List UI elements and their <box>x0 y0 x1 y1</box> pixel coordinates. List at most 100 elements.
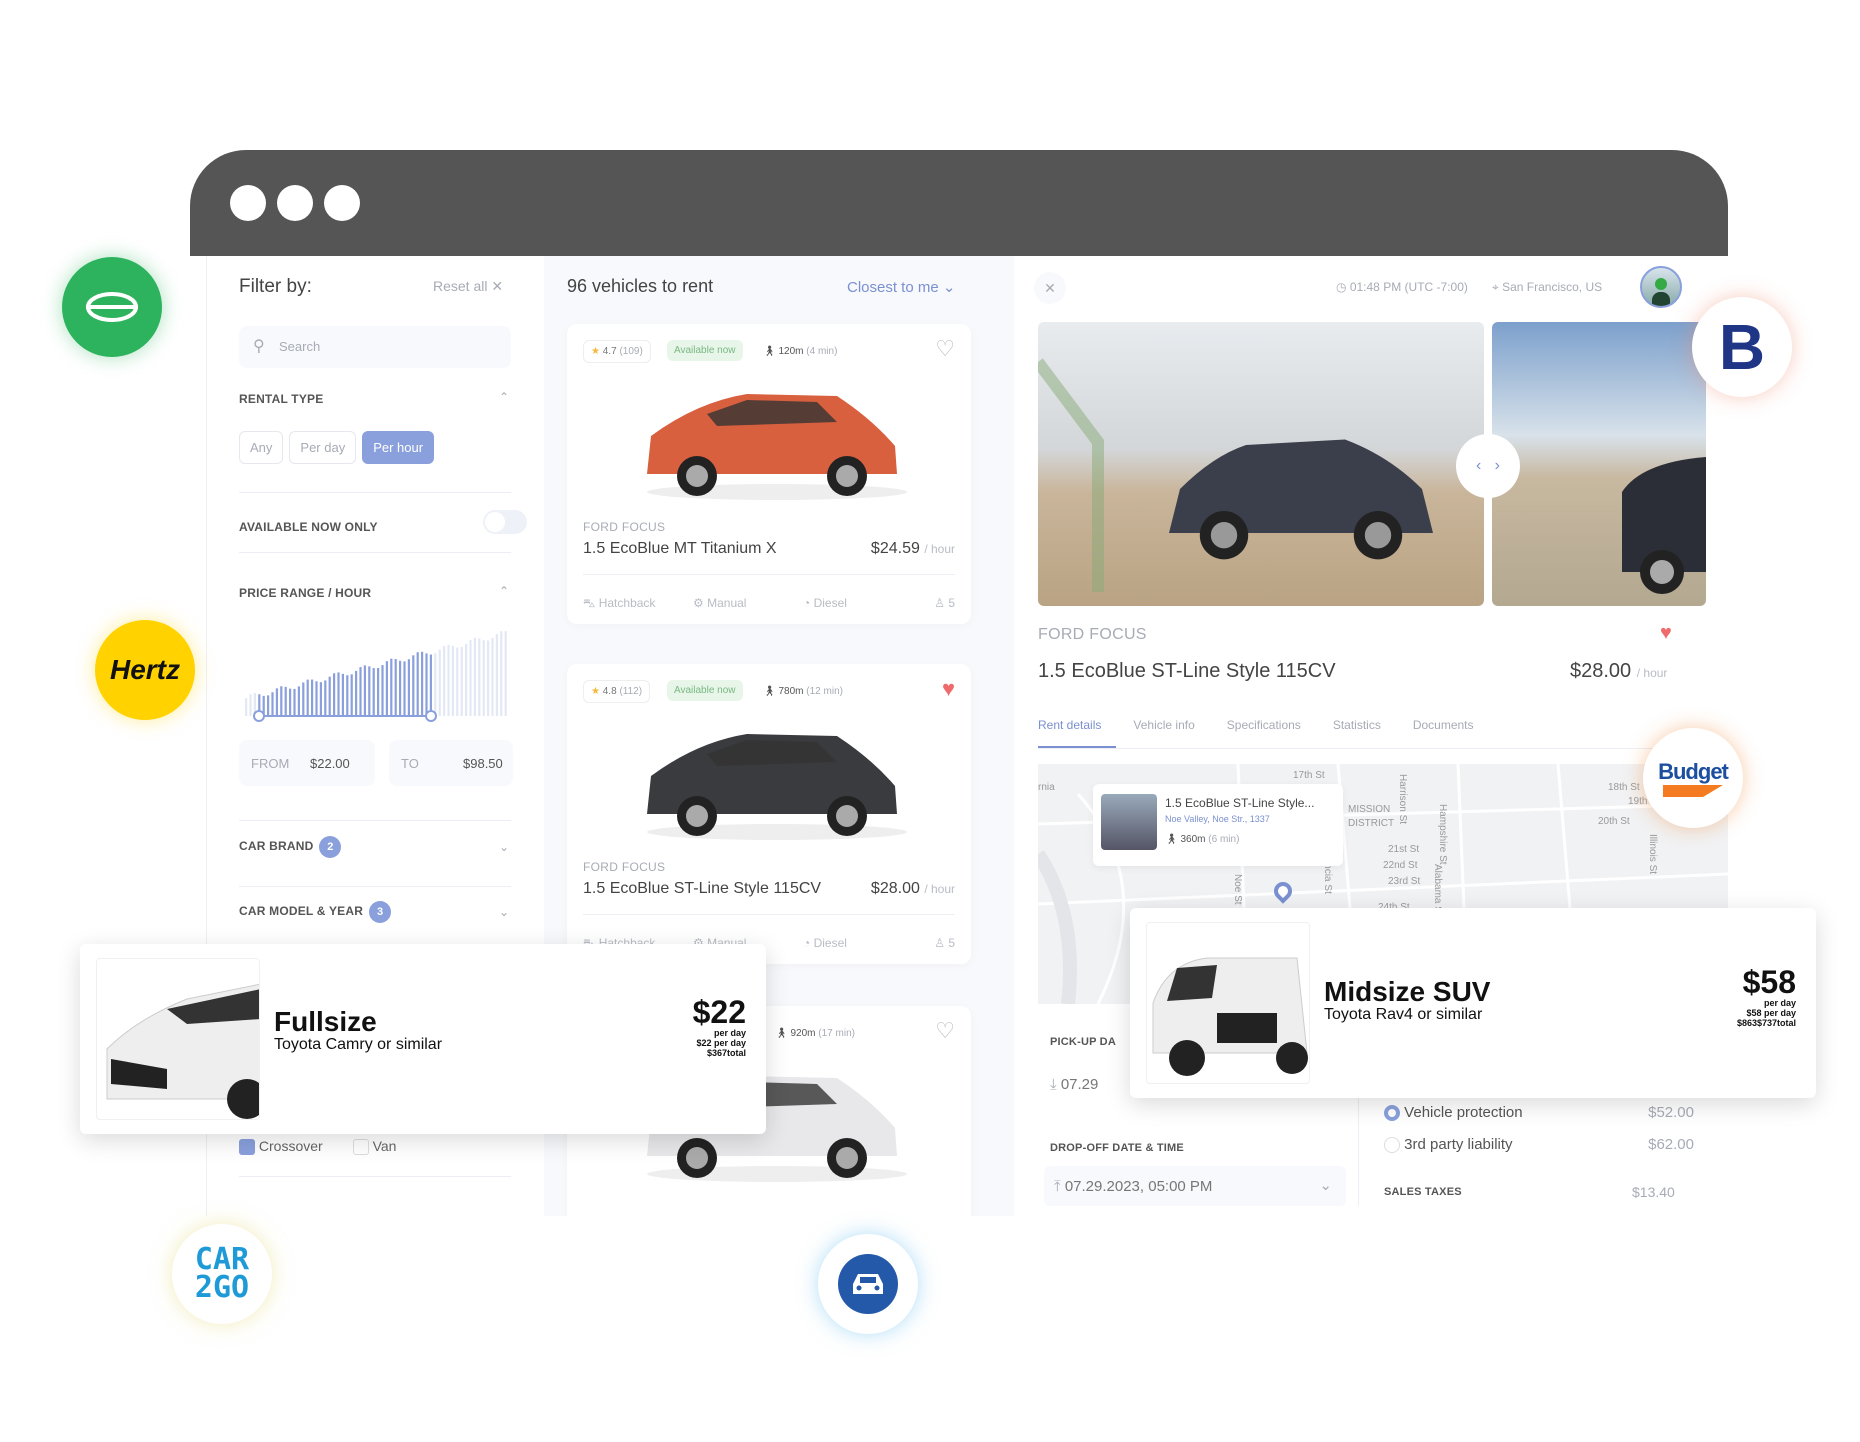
dropoff-field[interactable]: ⤒ 07.29.2023, 05:00 PM ⌄ <box>1044 1166 1346 1206</box>
rating-badge: ★ 4.8 (112) <box>583 680 651 703</box>
count-badge: 2 <box>319 836 342 858</box>
tab-rent-details[interactable]: Rent details <box>1038 718 1101 732</box>
fuel-type: ◔ Diesel <box>803 936 847 950</box>
taxes-label: SALES TAXES <box>1384 1186 1462 1198</box>
fullsize-offer-card[interactable]: Fullsize Toyota Camry or similar $22 per… <box>80 944 766 1134</box>
car-icon <box>853 1274 883 1294</box>
tab-statistics[interactable]: Statistics <box>1333 718 1381 732</box>
budget-logo: Budget <box>1643 728 1743 828</box>
from-value: $22.00 <box>310 756 350 771</box>
availability-badge: Available now <box>667 680 743 701</box>
vehicle-card[interactable]: ★ 4.8 (112) Available now 🚶︎ 780m (12 min)… <box>567 664 971 964</box>
favorite-heart-icon[interactable]: ♡ <box>935 336 955 362</box>
radio-button[interactable] <box>1384 1105 1400 1122</box>
car-brand-header[interactable]: CAR BRAND 2 <box>239 836 342 858</box>
chevron-left-icon[interactable]: ‹ <box>1476 457 1481 474</box>
offer-daily: $22 per day <box>696 1038 746 1048</box>
sort-dropdown[interactable]: Closest to me ⌄ <box>847 278 955 296</box>
tab-documents[interactable]: Documents <box>1413 718 1474 732</box>
checkbox-label: Crossover <box>258 1138 323 1154</box>
favorite-heart-icon[interactable]: ♡ <box>935 1018 955 1044</box>
histogram-bar <box>491 637 494 716</box>
window-dot[interactable] <box>324 185 360 221</box>
car-model-header[interactable]: CAR MODEL & YEAR 3 <box>239 901 392 923</box>
price-to-field[interactable]: TO $98.50 <box>389 740 513 786</box>
price-histogram[interactable] <box>239 616 515 726</box>
window-dot[interactable] <box>277 185 313 221</box>
histogram-bar <box>324 680 327 716</box>
search-icon: ⚲ <box>253 338 265 355</box>
midsize-suv-offer-card[interactable]: Midsize SUV Toyota Rav4 or similar $58 p… <box>1130 908 1816 1098</box>
search-input[interactable]: ⚲ Search <box>239 326 511 368</box>
star-icon: ★ <box>591 686 600 697</box>
map-vehicle-popup[interactable]: 1.5 EcoBlue ST-Line Style... Noe Valley,… <box>1093 784 1343 866</box>
street-label: 21st St <box>1388 844 1420 855</box>
hertz-logo: Hertz <box>95 620 195 720</box>
distance: 🚶︎ 920m (17 min) <box>775 1028 855 1039</box>
vehicle-price: $24.59 / hour <box>870 540 955 557</box>
option-0[interactable]: Vehicle protection $52.00 <box>1384 1104 1704 1122</box>
seat-icon: ♙ <box>934 936 945 950</box>
chevron-down-icon[interactable]: ⌄ <box>499 905 509 919</box>
close-button[interactable]: ✕ <box>1034 272 1066 304</box>
filter-title: Filter by: <box>239 276 312 297</box>
rental-any[interactable]: Any <box>239 431 284 464</box>
chevron-down-icon[interactable]: ⌄ <box>499 840 509 854</box>
available-now-toggle[interactable] <box>483 510 527 534</box>
histogram-bar <box>249 694 252 716</box>
option-1[interactable]: 3rd party liability $62.00 <box>1384 1136 1704 1154</box>
street-label: MISSION <box>1348 804 1391 815</box>
detail-tabs: Rent details Vehicle info Specifications St… <box>1038 718 1474 732</box>
time-value: 01:48 PM (UTC -7:00) <box>1349 280 1468 294</box>
street-label: 22nd St <box>1383 860 1418 871</box>
vehicle-card[interactable]: ★ 4.7 (109) Available now 🚶︎ 120m (4 min) ♡… <box>567 324 971 624</box>
histogram-bar <box>416 652 419 716</box>
vehicle-photo-secondary[interactable] <box>1492 322 1706 606</box>
histogram-bar <box>465 643 468 716</box>
histogram-bar <box>311 679 314 716</box>
reset-all-button[interactable]: Reset all ✕ <box>433 278 503 295</box>
availability-badge: Available now <box>667 340 743 361</box>
favorite-heart-icon[interactable]: ♥ <box>1660 622 1672 645</box>
histogram-bar <box>363 665 366 716</box>
histogram-bar <box>504 631 507 716</box>
histogram-bar <box>385 661 388 716</box>
offer-example: Toyota Rav4 or similar <box>1324 1006 1483 1023</box>
histogram-bar <box>451 645 454 716</box>
rental-per-hour[interactable]: Per hour <box>362 431 435 464</box>
pickup-field[interactable]: ⤓ 07.29 <box>1050 1076 1098 1093</box>
option-label: 3rd party liability <box>1404 1136 1513 1153</box>
histogram-bar <box>297 686 300 716</box>
transmission: ⚙ Manual <box>693 596 747 610</box>
divider <box>239 886 511 887</box>
seats: ♙ 5 <box>934 596 955 610</box>
chevron-right-icon[interactable]: › <box>1495 457 1500 474</box>
chevron-up-icon[interactable]: ⌃ <box>499 390 509 404</box>
offer-price-block: $58 per day $58 per day $863$737total <box>1737 966 1796 1028</box>
tab-specifications[interactable]: Specifications <box>1227 718 1301 732</box>
price-from-field[interactable]: FROM $22.00 <box>239 740 375 786</box>
option-label: Vehicle protection <box>1404 1104 1523 1121</box>
avatar[interactable] <box>1640 266 1682 308</box>
histogram-bar <box>280 686 283 716</box>
search-placeholder: Search <box>279 339 321 354</box>
tab-vehicle-info[interactable]: Vehicle info <box>1133 718 1194 732</box>
offer-total: $863$737total <box>1736 1018 1796 1028</box>
histogram-bar <box>372 668 375 716</box>
histogram-bar <box>421 651 424 716</box>
rental-per-day[interactable]: Per day <box>289 431 357 464</box>
booking-logo: B <box>1692 297 1792 397</box>
radio-button[interactable] <box>1384 1137 1400 1154</box>
walking-icon: 🚶︎ <box>1165 834 1178 845</box>
checkbox-van[interactable]: Van <box>352 1138 396 1156</box>
checkbox-crossover[interactable]: Crossover <box>239 1138 323 1156</box>
window-dot[interactable] <box>230 185 266 221</box>
divider <box>239 492 511 493</box>
gallery-nav[interactable]: ‹ › <box>1456 434 1520 498</box>
offer-price: $58 <box>1742 964 1796 1000</box>
favorite-heart-icon[interactable]: ♥ <box>942 676 955 702</box>
histogram-bar <box>425 653 428 716</box>
browser-titlebar <box>190 150 1728 256</box>
chevron-up-icon[interactable]: ⌃ <box>499 584 509 598</box>
vehicle-photo-main[interactable] <box>1038 322 1484 606</box>
